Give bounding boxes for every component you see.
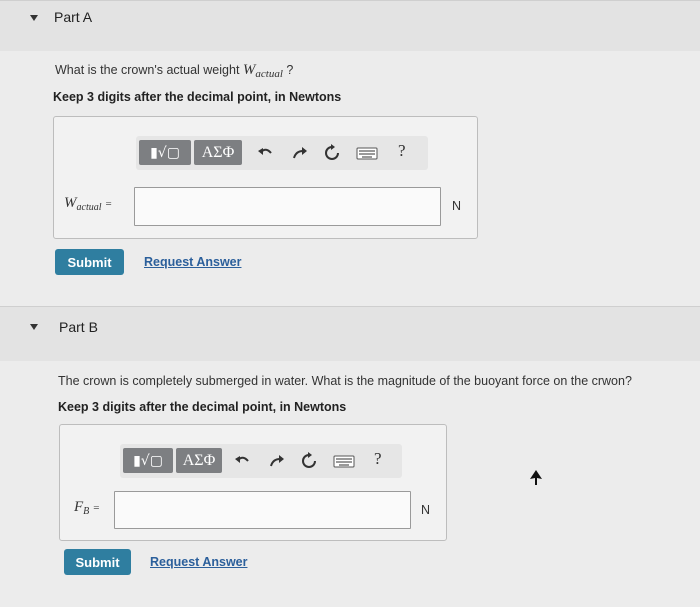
equals-sign: = <box>105 198 112 210</box>
part-a-header[interactable]: Part A <box>0 0 700 51</box>
question-mark: ? <box>282 63 294 77</box>
part-a-title: Part A <box>54 9 93 25</box>
redo-icon[interactable] <box>268 452 286 470</box>
part-b-answer-box: ▮√▢ ΑΣΦ ? FB = N <box>59 424 447 541</box>
answer-variable-subscript: actual <box>76 202 102 213</box>
part-b-title: Part B <box>59 319 98 335</box>
part-b-question: The crown is completely submerged in wat… <box>58 374 632 388</box>
part-a-request-answer-link[interactable]: Request Answer <box>144 255 241 269</box>
part-a-answer-label: Wactual = <box>64 195 112 213</box>
templates-button[interactable]: ▮√▢ <box>139 140 191 165</box>
keyboard-icon[interactable] <box>333 452 355 470</box>
help-icon[interactable]: ? <box>398 141 406 161</box>
part-a-answer-input[interactable] <box>134 187 441 226</box>
undo-icon[interactable] <box>234 452 252 470</box>
part-b-instruction: Keep 3 digits after the decimal point, i… <box>58 400 347 414</box>
part-a-answer-box: ▮√▢ ΑΣΦ ? Wactual = N <box>53 116 478 239</box>
answer-variable: F <box>74 499 84 515</box>
part-b-request-answer-link[interactable]: Request Answer <box>150 555 247 569</box>
part-b-answer-label: FB = <box>74 499 100 517</box>
keyboard-icon[interactable] <box>356 144 378 162</box>
answer-variable: W <box>64 195 77 211</box>
part-a-unit: N <box>452 199 462 213</box>
part-b-header[interactable]: Part B <box>0 306 700 361</box>
part-b-math-toolbar: ▮√▢ ΑΣΦ ? <box>120 444 402 478</box>
collapse-arrow-icon[interactable] <box>30 15 38 21</box>
templates-icon: ▮√▢ <box>133 452 163 469</box>
question-variable: W <box>242 62 256 78</box>
part-a-math-toolbar: ▮√▢ ΑΣΦ ? <box>136 136 428 170</box>
help-icon[interactable]: ? <box>374 449 382 469</box>
part-a-submit-button[interactable]: Submit <box>55 249 124 275</box>
question-variable-subscript: actual <box>255 68 283 80</box>
part-a-question: What is the crown's actual weight Wactua… <box>55 62 293 80</box>
question-text: What is the crown's actual weight <box>55 63 243 77</box>
equals-sign: = <box>93 502 100 514</box>
part-b-submit-button[interactable]: Submit <box>64 549 131 575</box>
greek-symbols-icon: ΑΣΦ <box>182 451 216 469</box>
part-b-unit: N <box>421 503 431 517</box>
greek-symbols-button[interactable]: ΑΣΦ <box>194 140 242 165</box>
templates-icon: ▮√▢ <box>150 144 180 161</box>
answer-variable-subscript: B <box>83 506 90 517</box>
part-b-answer-input[interactable] <box>114 491 411 529</box>
collapse-arrow-icon[interactable] <box>30 324 38 330</box>
reset-icon[interactable] <box>300 452 318 470</box>
part-a-instruction: Keep 3 digits after the decimal point, i… <box>53 90 342 104</box>
reset-icon[interactable] <box>323 144 341 162</box>
templates-button[interactable]: ▮√▢ <box>123 448 173 473</box>
redo-icon[interactable] <box>291 144 309 162</box>
undo-icon[interactable] <box>257 144 275 162</box>
greek-symbols-icon: ΑΣΦ <box>201 143 235 161</box>
mouse-cursor-icon <box>530 470 542 485</box>
greek-symbols-button[interactable]: ΑΣΦ <box>176 448 222 473</box>
